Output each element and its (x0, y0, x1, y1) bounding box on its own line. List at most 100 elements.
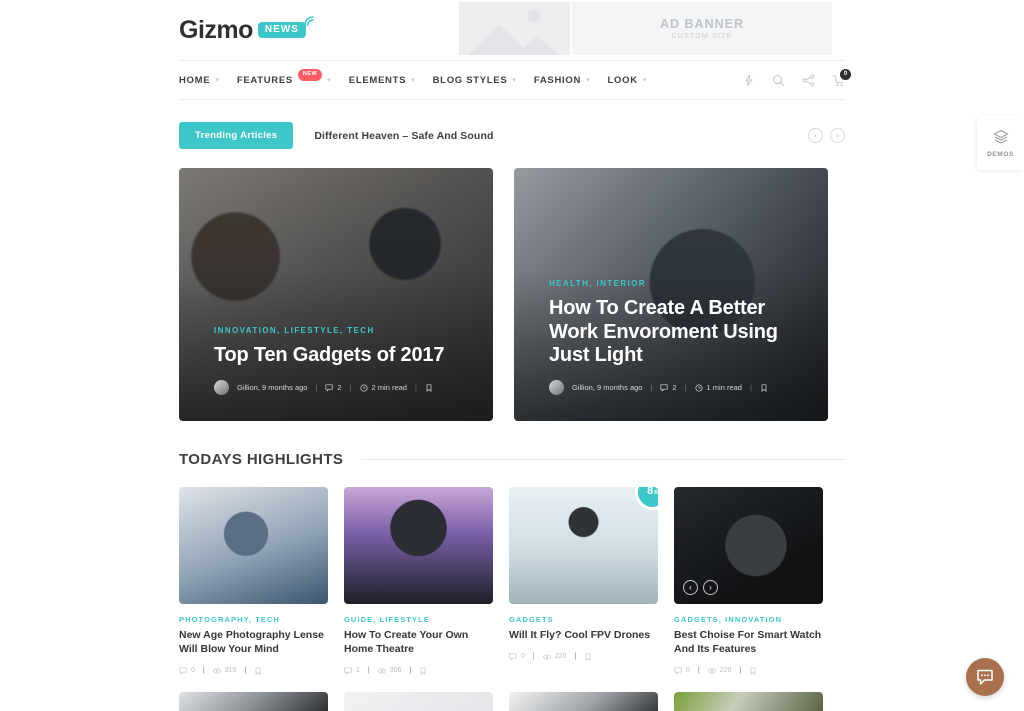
card-view-count: 220 (719, 667, 732, 675)
card-image[interactable] (179, 487, 328, 604)
trending-prev-button[interactable]: ‹ (808, 128, 823, 143)
highlights-grid-row-2 (179, 691, 845, 711)
highlights-grid: PHOTOGRAPHY, TECH New Age Photography Le… (179, 487, 845, 675)
card-views: 306 (377, 667, 401, 675)
nav-item-blog-styles[interactable]: BLOG STYLES ▾ (433, 75, 516, 86)
image-placeholder-icon (469, 9, 560, 55)
hero-comment-count: 2 (337, 383, 342, 392)
bookmark-icon[interactable] (760, 383, 768, 392)
nav-list: HOME ▾ FEATURES NEW ▾ ELEMENTS ▾ BLOG ST… (179, 69, 664, 86)
meta-separator: | (650, 383, 653, 392)
chevron-down-icon: ▾ (411, 77, 415, 84)
cart-icon[interactable]: 0 (832, 68, 851, 87)
eye-icon (212, 668, 221, 674)
card-meta: 1 | 306 | (344, 667, 493, 675)
card-title[interactable]: New Age Photography Lense Will Blow Your… (179, 629, 328, 657)
card-comment-count: 0 (191, 667, 195, 675)
trending-headline-link[interactable]: Different Heaven – Safe And Sound (314, 130, 493, 142)
card-meta: 0 | 220 | (509, 653, 658, 661)
trending-next-button[interactable]: › (830, 128, 845, 143)
site-logo[interactable]: Gizmo NEWS (179, 15, 314, 43)
card-categories[interactable]: GUIDE, LIFESTYLE (344, 615, 493, 624)
card-image[interactable] (179, 691, 328, 711)
card-view-count: 319 (224, 667, 237, 675)
card-image[interactable] (344, 487, 493, 604)
highlight-card-6[interactable] (344, 691, 493, 711)
nav-new-badge: NEW (297, 69, 323, 81)
meta-separator: | (367, 667, 370, 675)
meta-separator: | (749, 383, 752, 392)
highlight-card-7[interactable] (509, 691, 658, 711)
hero-categories[interactable]: INNOVATION, LIFESTYLE, TECH (214, 326, 471, 335)
card-image[interactable]: ‹ › (674, 487, 823, 604)
hero-title[interactable]: How To Create A Better Work Envoroment U… (549, 297, 806, 367)
hero-card-1[interactable]: INNOVATION, LIFESTYLE, TECH Top Ten Gadg… (179, 168, 493, 421)
ad-placeholder-image (459, 2, 572, 55)
card-comments: 0 (509, 653, 525, 661)
trending-bar: Trending Articles Different Heaven – Saf… (179, 122, 845, 149)
highlight-card-1[interactable]: PHOTOGRAPHY, TECH New Age Photography Le… (179, 487, 328, 675)
card-comment-count: 0 (686, 667, 690, 675)
nav-label: BLOG STYLES (432, 74, 508, 86)
nav-label: HOME (179, 74, 211, 86)
logo-news-badge: NEWS (257, 21, 306, 38)
highlight-card-8[interactable] (674, 691, 823, 711)
hero-readtime: 2 min read (359, 383, 407, 392)
demos-label: DEMOS (987, 150, 1014, 158)
top-bar: Gizmo NEWS AD BANNER CUSTOM SIZE (0, 0, 1024, 60)
bookmark-icon[interactable] (584, 653, 592, 661)
card-categories[interactable]: GADGETS (509, 615, 658, 624)
card-image[interactable]: 86 (509, 487, 658, 604)
card-image[interactable] (674, 691, 823, 711)
share-icon[interactable] (802, 73, 815, 87)
bookmark-icon[interactable] (419, 667, 427, 675)
ad-title: AD BANNER (660, 17, 744, 31)
ad-banner[interactable]: AD BANNER CUSTOM SIZE (459, 2, 832, 55)
card-views: 319 (212, 667, 237, 675)
bookmark-icon[interactable] (749, 667, 757, 675)
hero-categories[interactable]: HEALTH, INTERIOR (549, 279, 806, 288)
highlight-card-3[interactable]: 86 GADGETS Will It Fly? Cool FPV Drones … (509, 487, 658, 675)
card-title[interactable]: Will It Fly? Cool FPV Drones (509, 629, 658, 643)
bookmark-icon[interactable] (425, 383, 433, 392)
rating-value: 8 (647, 487, 654, 497)
card-categories[interactable]: GADGETS, INNOVATION (674, 615, 823, 624)
card-slider-next-button[interactable]: › (703, 580, 718, 595)
highlight-card-2[interactable]: GUIDE, LIFESTYLE How To Create Your Own … (344, 487, 493, 675)
nav-item-fashion[interactable]: FASHION ▾ (534, 75, 590, 86)
nav-item-elements[interactable]: ELEMENTS ▾ (349, 75, 415, 86)
card-image[interactable] (509, 691, 658, 711)
highlight-card-5[interactable] (179, 691, 328, 711)
search-icon[interactable] (772, 74, 785, 87)
eye-icon (707, 668, 716, 674)
avatar (214, 380, 229, 395)
meta-separator: | (349, 383, 352, 392)
highlight-card-4[interactable]: ‹ › GADGETS, INNOVATION Best Choise For … (674, 487, 823, 675)
hero-meta: Gillion, 9 months ago | 2 | 2 min read | (214, 380, 471, 395)
chat-fab-button[interactable] (966, 658, 1004, 696)
meta-separator: | (414, 383, 417, 392)
card-image[interactable] (344, 691, 493, 711)
meta-separator: | (315, 383, 318, 392)
hero-comments: 2 (660, 383, 677, 392)
nav-item-look[interactable]: LOOK ▾ (608, 75, 647, 86)
nav-item-features[interactable]: FEATURES NEW ▾ (237, 69, 331, 86)
section-header: TODAYS HIGHLIGHTS (179, 451, 845, 468)
comment-icon (660, 383, 668, 392)
chat-bubble-icon (977, 669, 993, 685)
card-slider-prev-button[interactable]: ‹ (683, 580, 698, 595)
trending-articles-button[interactable]: Trending Articles (179, 122, 294, 149)
nav-item-home[interactable]: HOME ▾ (179, 75, 219, 86)
card-title[interactable]: Best Choise For Smart Watch And Its Feat… (674, 629, 823, 657)
demos-side-tab[interactable]: DEMOS (977, 116, 1024, 170)
bolt-icon[interactable] (742, 74, 755, 87)
hero-meta: Gillion, 9 months ago | 2 | 1 min read | (549, 380, 806, 395)
eye-icon (542, 654, 551, 660)
card-comment-count: 0 (521, 653, 525, 661)
bookmark-icon[interactable] (254, 667, 262, 675)
hero-card-2[interactable]: HEALTH, INTERIOR How To Create A Better … (514, 168, 828, 421)
card-categories[interactable]: PHOTOGRAPHY, TECH (179, 615, 328, 624)
hero-title[interactable]: Top Ten Gadgets of 2017 (214, 344, 471, 367)
card-title[interactable]: How To Create Your Own Home Theatre (344, 629, 493, 657)
hero-comments: 2 (325, 383, 342, 392)
